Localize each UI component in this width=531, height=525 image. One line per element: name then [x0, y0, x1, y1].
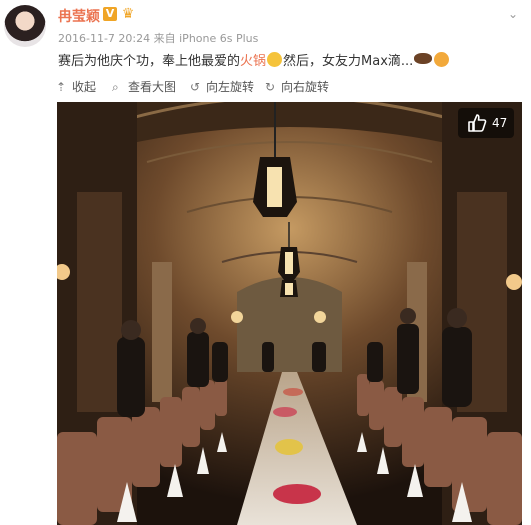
post-caption: 赛后为他庆个功，奉上他最爱的火锅 然后，女友力Max滴... — [58, 50, 450, 69]
rotate-right-label: 向右旋转 — [281, 80, 330, 94]
caption-text-1: 赛后为他庆个功，奉上他最爱的 — [58, 54, 241, 69]
collapse-label: 收起 — [72, 80, 97, 94]
view-large-button[interactable]: ⌕ 查看大图 — [112, 78, 176, 95]
source-prefix: 来自 — [153, 32, 176, 45]
search-icon: ⌕ — [112, 80, 119, 94]
post-header: 冉莹颖 V ♛ ⌄ 2016-11-7 20:24 来自 iPhone 6s P… — [0, 0, 531, 80]
like-button[interactable]: 47 — [458, 108, 514, 138]
football-emoji-icon — [414, 53, 433, 64]
dining-room-scene — [57, 102, 522, 525]
blush-emoji-icon — [434, 52, 450, 67]
caption-link[interactable]: 火锅 — [240, 54, 266, 69]
avatar[interactable] — [4, 5, 46, 47]
timestamp[interactable]: 2016-11-7 20:24 — [58, 32, 150, 45]
post-photo[interactable]: 47 — [57, 102, 522, 525]
collapse-icon: ⇡ — [56, 80, 67, 94]
source-device[interactable]: iPhone 6s Plus — [179, 32, 258, 45]
crown-icon: ♛ — [121, 6, 135, 22]
view-large-label: 查看大图 — [128, 80, 177, 94]
thumbs-up-icon — [468, 114, 487, 132]
rotate-left-button[interactable]: ↺ 向左旋转 — [190, 78, 254, 95]
author-name[interactable]: 冉莹颖 — [58, 6, 100, 26]
rotate-right-icon: ↻ — [265, 80, 276, 94]
collapse-button[interactable]: ⇡ 收起 — [56, 78, 96, 95]
verified-icon: V — [103, 7, 117, 21]
rotate-right-button[interactable]: ↻ 向右旋转 — [265, 78, 329, 95]
smile-emoji-icon — [267, 52, 283, 67]
rotate-left-label: 向左旋转 — [206, 80, 255, 94]
rotate-left-icon: ↺ — [190, 80, 201, 94]
post-meta: 2016-11-7 20:24 来自 iPhone 6s Plus — [58, 30, 258, 46]
like-count: 47 — [492, 116, 508, 130]
chevron-down-icon[interactable]: ⌄ — [505, 8, 521, 20]
caption-text-2: 然后，女友力Max滴... — [283, 54, 414, 69]
